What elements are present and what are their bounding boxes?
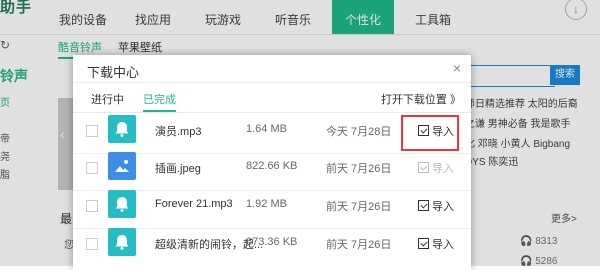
file-size: 1.92 MB bbox=[246, 198, 287, 210]
import-icon bbox=[418, 162, 429, 173]
download-center-dialog: 下载中心 × 进行中 已完成 打开下载位置 》 演员.mp3 1.64 MB 今… bbox=[73, 55, 471, 270]
import-label: 导入 bbox=[432, 201, 454, 213]
file-name: 演员.mp3 bbox=[155, 126, 202, 138]
open-download-location[interactable]: 打开下载位置 》 bbox=[381, 91, 461, 107]
row-checkbox[interactable] bbox=[86, 162, 98, 174]
import-button: 导入 bbox=[418, 160, 454, 176]
file-row: 超级清新的闹铃，起... 673.36 KB 前天 7月26日 导入 bbox=[73, 221, 471, 267]
row-checkbox[interactable] bbox=[86, 125, 98, 137]
file-name: 插画.jpeg bbox=[155, 163, 201, 175]
image-icon bbox=[108, 152, 136, 180]
dialog-title: 下载中心 bbox=[87, 65, 140, 80]
import-button[interactable]: 导入 bbox=[418, 198, 454, 214]
file-date: 前天 7月26日 bbox=[326, 239, 392, 251]
file-size: 822.66 KB bbox=[246, 160, 298, 172]
file-date: 前天 7月26日 bbox=[326, 201, 392, 213]
import-button[interactable]: 导入 bbox=[418, 236, 454, 252]
row-checkbox[interactable] bbox=[86, 200, 98, 212]
highlight-annotation bbox=[401, 115, 459, 151]
file-name: Forever 21.mp3 bbox=[155, 198, 233, 210]
bell-icon bbox=[108, 115, 136, 143]
bell-icon bbox=[108, 190, 136, 218]
import-label: 导入 bbox=[432, 239, 454, 251]
file-size: 673.36 KB bbox=[246, 236, 298, 248]
bell-icon bbox=[108, 228, 136, 256]
file-date: 今天 7月28日 bbox=[326, 126, 392, 138]
row-checkbox[interactable] bbox=[86, 238, 98, 250]
tab-in-progress[interactable]: 进行中 bbox=[91, 91, 124, 107]
close-icon[interactable]: × bbox=[453, 60, 461, 76]
import-icon bbox=[418, 238, 429, 249]
file-size: 1.64 MB bbox=[246, 123, 287, 135]
divider bbox=[73, 82, 471, 83]
file-date: 前天 7月26日 bbox=[326, 163, 392, 175]
import-label: 导入 bbox=[432, 163, 454, 175]
import-icon bbox=[418, 200, 429, 211]
